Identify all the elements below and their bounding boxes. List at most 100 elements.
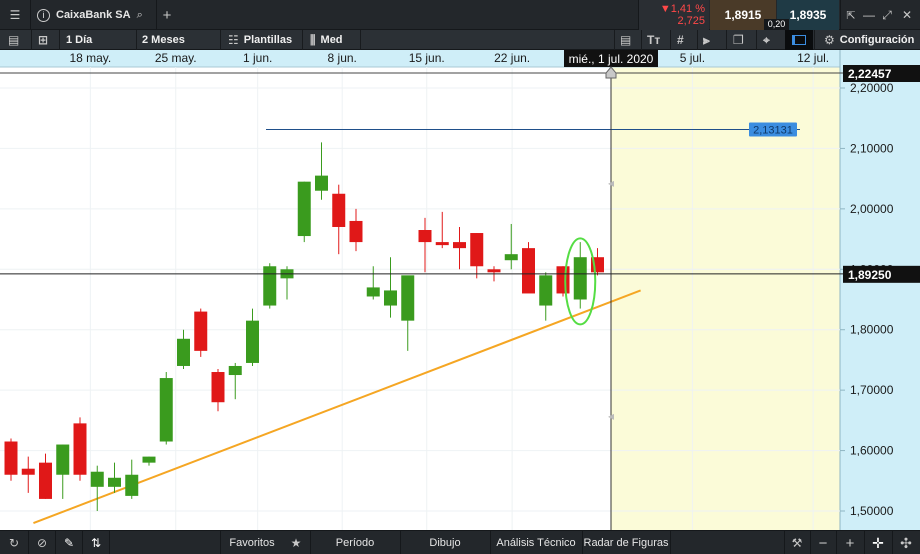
- add-tab-button[interactable]: +: [157, 0, 177, 30]
- candle-body: [211, 372, 225, 403]
- radar-label: Radar de Figuras: [583, 537, 669, 549]
- candle-body: [453, 242, 466, 249]
- candle-body: [125, 474, 139, 496]
- candle[interactable]: [263, 263, 277, 309]
- candle-body: [90, 471, 104, 487]
- x-tick-label: 15 jun.: [409, 51, 445, 65]
- block-icon[interactable]: ⊘: [29, 531, 55, 554]
- candle[interactable]: [159, 372, 173, 445]
- candle[interactable]: [522, 242, 535, 294]
- change-pct: ▼1,41 %: [659, 3, 705, 15]
- search-icon[interactable]: ⌕: [137, 9, 143, 22]
- zoom-in-icon[interactable]: +: [837, 531, 863, 554]
- candle-body: [366, 287, 380, 297]
- x-tick-label: 5 jul.: [680, 51, 705, 65]
- candle-body: [539, 275, 553, 306]
- range-selector[interactable]: 2 Meses: [142, 30, 185, 50]
- candle-body: [297, 181, 311, 237]
- y-tick-label: 1,80000: [850, 323, 894, 337]
- crosshair-icon[interactable]: ⌖: [763, 30, 770, 50]
- maximize-icon[interactable]: ⤢: [878, 0, 896, 30]
- text-size-icon[interactable]: Tт: [647, 30, 660, 50]
- pencil-icon[interactable]: ✎: [56, 531, 82, 554]
- config-button[interactable]: ⚙ Configuración: [824, 30, 914, 50]
- crosshair-add-icon[interactable]: ✛: [865, 531, 891, 554]
- candle-body: [401, 275, 415, 321]
- chart-type-icon[interactable]: ⫸: [703, 30, 710, 50]
- layout-icon[interactable]: ⊞: [38, 30, 48, 50]
- pattern-radar-button[interactable]: Radar de Figuras: [583, 531, 669, 554]
- period-button[interactable]: Período: [311, 531, 399, 554]
- fit-icon[interactable]: ✣: [893, 531, 919, 554]
- sort-icon[interactable]: ⇅: [83, 531, 109, 554]
- y-tick-label: 1,70000: [850, 383, 894, 397]
- candle-body: [556, 266, 570, 294]
- templates-icon: ☷: [228, 33, 239, 47]
- y-tick-label: 2,20000: [850, 81, 894, 95]
- zoom-out-icon[interactable]: −: [811, 531, 835, 554]
- candle[interactable]: [556, 266, 570, 297]
- candle-body: [56, 444, 70, 475]
- price-type-selector[interactable]: ⫼ Med: [310, 30, 343, 50]
- list-icon[interactable]: ▤: [8, 30, 19, 50]
- candle-body: [332, 193, 346, 227]
- x-tick-label: 12 jul.: [797, 51, 829, 65]
- instrument-selector[interactable]: i CaixaBank SA ⌕: [31, 0, 156, 30]
- price-tag-icon[interactable]: [785, 30, 813, 50]
- candle-body: [21, 468, 35, 475]
- refresh-icon[interactable]: ↻: [0, 531, 28, 554]
- drawing-label: Dibujo: [429, 537, 461, 549]
- top-price-label: 2,22457: [843, 65, 920, 82]
- candle-body: [108, 477, 121, 487]
- candle[interactable]: [297, 181, 311, 243]
- detach-icon[interactable]: ⇱: [842, 0, 860, 30]
- tools-icon[interactable]: ⚒: [785, 531, 809, 554]
- grid-icon[interactable]: #: [677, 30, 684, 50]
- copy-icon[interactable]: ❐: [733, 30, 744, 50]
- left-arrow-marker-1: ◂: [608, 176, 614, 190]
- candle-body: [142, 456, 156, 463]
- drawing-button[interactable]: Dibujo: [401, 531, 489, 554]
- favorites-button[interactable]: Favoritos: [221, 531, 283, 554]
- top-bar: ☰ i CaixaBank SA ⌕ + ▼1,41 % 2,725 1,891…: [0, 0, 920, 30]
- spread-value: 0,20: [764, 19, 789, 30]
- templates-button[interactable]: ☷ Plantillas: [228, 30, 292, 50]
- technical-analysis-button[interactable]: Análisis Técnico: [491, 531, 581, 554]
- candle-body: [470, 233, 484, 267]
- candle[interactable]: [73, 417, 87, 481]
- ask-price: 1,8935: [789, 8, 827, 22]
- close-icon[interactable]: ✕: [898, 0, 916, 30]
- menu-icon[interactable]: ☰: [0, 0, 30, 30]
- notes-icon[interactable]: ▤: [620, 30, 631, 50]
- instrument-name: CaixaBank SA: [56, 9, 131, 21]
- candle-body: [435, 242, 449, 246]
- y-tick-label: 1,50000: [850, 504, 894, 518]
- y-tick-label: 1,60000: [850, 444, 894, 458]
- candle-body: [177, 338, 190, 366]
- bottom-bar: ↻ ⊘ ✎ ⇅ Favoritos ★ Período Dibujo Análi…: [0, 530, 920, 554]
- hline-label-text: 2,13131: [753, 125, 793, 137]
- candle-body: [246, 320, 259, 363]
- candle-body: [263, 266, 277, 306]
- candle-body: [573, 257, 587, 300]
- candle-body: [159, 378, 173, 442]
- candle-body: [73, 423, 87, 475]
- candle-body: [194, 311, 208, 351]
- interval-selector[interactable]: 1 Día: [66, 30, 92, 50]
- x-tick-label: 25 may.: [155, 51, 197, 65]
- star-icon[interactable]: ★: [283, 531, 309, 554]
- candle[interactable]: [194, 308, 208, 357]
- x-tick-label: 8 jun.: [328, 51, 357, 65]
- price-chart[interactable]: 18 may. 25 may. 1 jun. 8 jun. 15 jun. 22 jun.…: [0, 50, 920, 530]
- range-label: 2 Meses: [142, 34, 185, 46]
- candle[interactable]: [4, 438, 18, 481]
- bid-price: 1,8915: [724, 8, 762, 22]
- candle-body: [4, 441, 18, 475]
- price-axis: [840, 50, 920, 530]
- technical-label: Análisis Técnico: [496, 537, 576, 549]
- info-icon[interactable]: i: [37, 8, 50, 22]
- top-price-text: 2,22457: [848, 67, 892, 81]
- left-arrow-marker-2: ◂: [608, 409, 614, 423]
- minimize-icon[interactable]: —: [860, 0, 878, 30]
- period-label: Período: [335, 537, 375, 549]
